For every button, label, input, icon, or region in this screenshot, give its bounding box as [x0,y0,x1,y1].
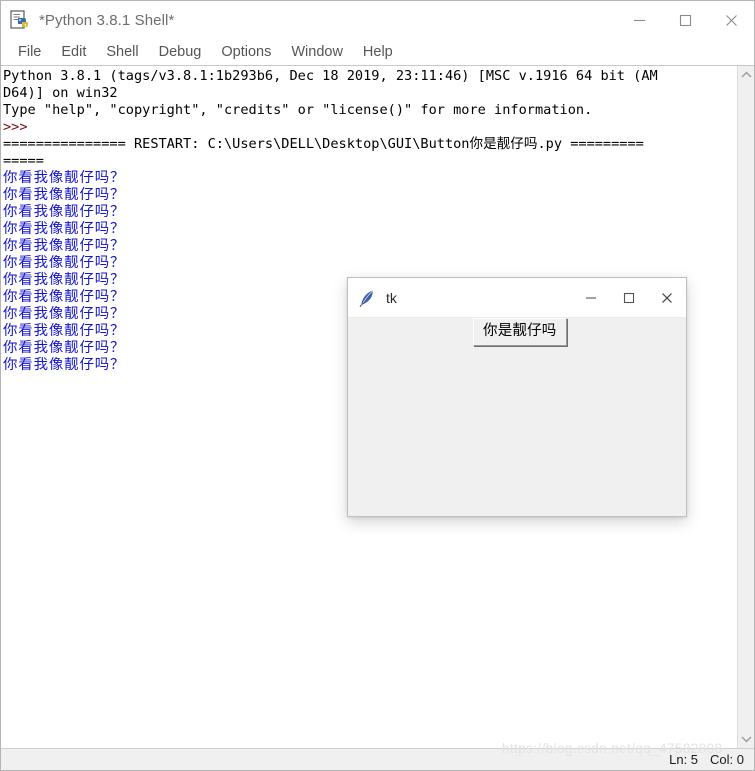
maximize-icon [679,14,691,26]
tk-action-button[interactable]: 你是靓仔吗 [473,318,567,346]
close-button[interactable] [708,1,754,39]
menu-item-help[interactable]: Help [353,39,403,66]
idle-menubar: File Edit Shell Debug Options Window Hel… [1,39,754,66]
chevron-up-icon [740,71,752,78]
minimize-icon [586,297,596,299]
console-line: 你看我像靓仔吗？ [3,238,126,254]
idle-titlebar: *Python 3.8.1 Shell* [1,1,754,39]
status-line-number: Ln: 5 [669,752,699,767]
close-icon [662,293,672,303]
idle-window-title: *Python 3.8.1 Shell* [39,11,175,29]
scrollbar-down-button[interactable] [738,730,755,748]
console-line: 你看我像靓仔吗？ [3,204,126,220]
idle-window-controls [616,1,754,39]
menu-item-file[interactable]: File [8,39,51,66]
menu-item-debug[interactable]: Debug [149,39,212,66]
menu-item-shell[interactable]: Shell [96,39,148,66]
tk-client-area: 你是靓仔吗 [348,318,686,516]
scrollbar-track[interactable] [738,84,754,730]
tk-maximize-button[interactable] [610,278,648,318]
menu-item-window[interactable]: Window [281,39,353,66]
console-line: D64)] on win32 [3,85,118,101]
console-line: 你看我像靓仔吗？ [3,187,126,203]
console-line: >>> [3,119,28,135]
menu-item-edit[interactable]: Edit [51,39,96,66]
tk-minimize-button[interactable] [572,278,610,318]
console-line: 你看我像靓仔吗？ [3,255,126,271]
idle-python-document-icon [9,9,31,31]
tk-close-button[interactable] [648,278,686,318]
close-icon [725,14,737,26]
console-line: 你看我像靓仔吗？ [3,170,126,186]
idle-statusbar: Ln: 5 Col: 0 [1,748,754,770]
tk-window-controls [572,278,686,318]
console-line: Python 3.8.1 (tags/v3.8.1:1b293b6, Dec 1… [3,68,658,84]
vertical-scrollbar[interactable] [737,66,754,748]
scrollbar-up-button[interactable] [738,66,755,84]
status-column-number: Col: 0 [710,752,744,767]
chevron-down-icon [740,736,752,743]
console-line: 你看我像靓仔吗？ [3,221,126,237]
tk-dialog-window: tk 你是靓仔吗 [347,277,687,517]
tk-titlebar: tk [348,278,686,318]
maximize-button[interactable] [662,1,708,39]
minimize-button[interactable] [616,1,662,39]
menu-item-options[interactable]: Options [211,39,281,66]
minimize-icon [633,19,645,21]
tk-feather-icon [359,289,376,307]
console-line: =============== RESTART: C:\Users\DELL\D… [3,136,644,152]
maximize-icon [623,292,635,304]
console-line: ===== [3,153,44,169]
tk-window-title: tk [386,289,397,306]
console-line: Type "help", "copyright", "credits" or "… [3,102,593,118]
